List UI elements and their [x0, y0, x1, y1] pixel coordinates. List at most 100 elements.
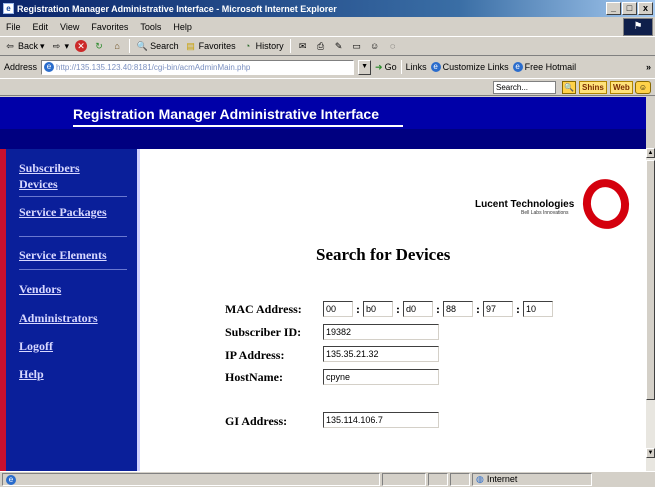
- mac-octet-4[interactable]: 88: [443, 301, 473, 317]
- globe-icon: ◍: [476, 474, 484, 484]
- hostname-field[interactable]: cpyne: [323, 369, 439, 385]
- forward-button[interactable]: ⇨ ▾: [51, 40, 70, 52]
- search-label: Search: [150, 41, 179, 51]
- free-hotmail-link[interactable]: e Free Hotmail: [512, 62, 576, 72]
- web-button[interactable]: Web: [610, 81, 633, 94]
- nav-administrators[interactable]: Administrators: [19, 311, 98, 326]
- menu-file[interactable]: File: [6, 22, 21, 32]
- favorites-label: Favorites: [198, 41, 236, 51]
- favorites-button[interactable]: ▤ Favorites: [185, 40, 236, 52]
- gi-address-field[interactable]: 135.114.106.7: [323, 412, 439, 428]
- nav-vendors[interactable]: Vendors: [19, 282, 61, 297]
- menu-help[interactable]: Help: [173, 22, 192, 32]
- menu-bar: File Edit View Favorites Tools Help: [0, 18, 655, 35]
- dropdown-arrow-icon: ▾: [40, 40, 45, 51]
- nav-service-elements[interactable]: Service Elements: [19, 248, 107, 263]
- address-dropdown-button[interactable]: ▼: [358, 59, 372, 75]
- go-arrow-icon: ➜: [375, 61, 383, 72]
- close-button[interactable]: x: [638, 2, 653, 15]
- nav-logoff[interactable]: Logoff: [19, 339, 53, 354]
- address-input[interactable]: e http://135.135.123.40:8181/cgi-bin/acm…: [41, 59, 355, 75]
- nav-divider: [19, 269, 127, 270]
- menu-favorites[interactable]: Favorites: [91, 22, 128, 32]
- toolbar-smiley-icon[interactable]: ☺: [635, 81, 651, 94]
- page-content: Registration Manager Administrative Inte…: [0, 97, 646, 471]
- status-lock: [428, 473, 448, 486]
- address-url: http://135.135.123.40:8181/cgi-bin/acmAd…: [56, 62, 251, 72]
- links-chevron[interactable]: »: [646, 62, 651, 72]
- customize-links-link[interactable]: e Customize Links: [430, 62, 509, 72]
- mac-octet-2[interactable]: b0: [363, 301, 393, 317]
- customize-links-label: Customize Links: [442, 62, 509, 72]
- mac-separator: :: [436, 302, 440, 316]
- sidebar-nav: Subscribers Devices Service Packages Ser…: [6, 149, 140, 471]
- history-label: History: [255, 41, 284, 51]
- nav-divider: [19, 196, 127, 197]
- mac-separator: :: [476, 302, 480, 316]
- print-icon[interactable]: ⎙: [315, 40, 327, 52]
- history-button[interactable]: ◔ History: [242, 40, 284, 52]
- zone-label: Internet: [486, 474, 518, 484]
- mac-separator: :: [356, 302, 360, 316]
- nav-service-packages[interactable]: Service Packages: [19, 205, 107, 220]
- home-icon[interactable]: ⌂: [111, 40, 123, 52]
- toolbar-divider: [289, 39, 291, 53]
- address-bar: Address e http://135.135.123.40:8181/cgi…: [0, 57, 655, 77]
- maximize-button[interactable]: □: [622, 2, 637, 15]
- nav-help[interactable]: Help: [19, 367, 44, 382]
- search-go-icon[interactable]: 🔍: [562, 81, 576, 94]
- mac-address-label: MAC Address:: [225, 302, 302, 316]
- history-icon: ◔: [244, 41, 251, 51]
- scroll-down-icon[interactable]: ▼: [646, 448, 655, 458]
- status-message: e: [2, 473, 380, 486]
- ip-address-field[interactable]: 135.35.21.32: [323, 346, 439, 362]
- page-title: Search for Devices: [316, 245, 451, 264]
- stop-icon[interactable]: ✕: [75, 40, 88, 52]
- back-button[interactable]: ⇦ Back ▾: [4, 40, 45, 52]
- mac-octet-3[interactable]: d0: [403, 301, 433, 317]
- shins-button[interactable]: Shins: [579, 81, 607, 94]
- address-label: Address: [4, 62, 38, 72]
- scroll-up-icon[interactable]: ▲: [646, 148, 655, 158]
- ie-app-icon: e: [3, 3, 14, 14]
- go-label: Go: [384, 62, 397, 72]
- messenger-icon[interactable]: ☺: [369, 40, 381, 52]
- toolbar-divider: [400, 60, 402, 74]
- chat-icon[interactable]: ◌: [387, 40, 399, 52]
- nav-divider: [19, 236, 127, 237]
- go-button[interactable]: ➜ Go: [375, 62, 397, 73]
- link-icon: e: [430, 62, 441, 72]
- nav-subscribers[interactable]: Subscribers: [19, 161, 80, 176]
- refresh-icon[interactable]: ↻: [93, 40, 105, 52]
- mac-separator: :: [396, 302, 400, 316]
- windows-logo-icon: ⚑: [623, 18, 653, 36]
- search-button[interactable]: 🔍 Search: [136, 40, 179, 52]
- page-status-icon: e: [6, 475, 16, 485]
- mail-icon[interactable]: ✉: [297, 40, 309, 52]
- minimize-button[interactable]: _: [606, 2, 621, 15]
- links-label[interactable]: Links: [406, 62, 427, 72]
- link-icon: e: [512, 62, 523, 72]
- main-panel: Lucent Technologies Bell Labs Innovation…: [143, 149, 646, 471]
- scrollbar-thumb[interactable]: [646, 160, 655, 400]
- toolbar-divider: [129, 39, 131, 53]
- subscriber-id-field[interactable]: 19382: [323, 324, 439, 340]
- status-blank: [450, 473, 470, 486]
- edit-icon[interactable]: ✎: [333, 40, 345, 52]
- forward-arrow-icon: ⇨: [52, 41, 61, 51]
- menu-view[interactable]: View: [60, 22, 79, 32]
- status-bar: e ◍ Internet: [0, 471, 655, 487]
- lucent-logo-text: Lucent Technologies: [475, 199, 575, 210]
- gi-address-label: GI Address:: [225, 414, 288, 428]
- nav-devices[interactable]: Devices: [19, 177, 58, 192]
- ip-address-label: IP Address:: [225, 348, 285, 362]
- menu-edit[interactable]: Edit: [33, 22, 49, 32]
- mac-octet-6[interactable]: 10: [523, 301, 553, 317]
- dropdown-arrow-icon: ▾: [64, 40, 70, 51]
- search-toolbar-input[interactable]: Search...: [493, 81, 556, 94]
- mac-octet-5[interactable]: 97: [483, 301, 513, 317]
- menu-tools[interactable]: Tools: [140, 22, 161, 32]
- vertical-scrollbar[interactable]: ▲ ▼: [646, 148, 655, 471]
- discuss-icon[interactable]: ▭: [351, 40, 363, 52]
- mac-octet-1[interactable]: 00: [323, 301, 353, 317]
